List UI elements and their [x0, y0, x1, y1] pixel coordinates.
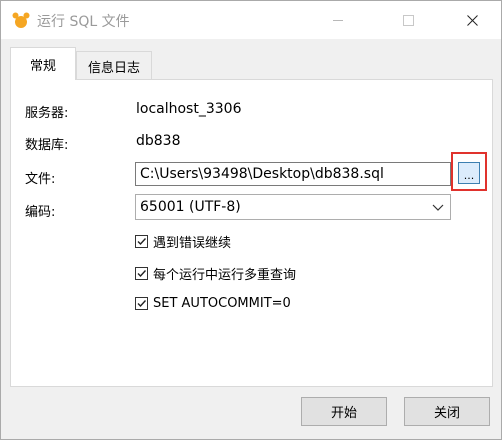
option-multiple-queries[interactable]: 每个运行中运行多重查询 — [135, 264, 296, 283]
option-label: 遇到错误继续 — [153, 236, 232, 251]
window-title: 运行 SQL 文件 — [37, 14, 130, 30]
checkbox-continue-on-error[interactable] — [135, 235, 148, 248]
general-panel: 服务器: localhost_3306 数据库: db838 文件: C:\Us… — [10, 79, 493, 387]
start-button[interactable]: 开始 — [301, 397, 387, 426]
file-label: 文件: — [25, 172, 56, 187]
option-continue-on-error[interactable]: 遇到错误继续 — [135, 232, 231, 251]
database-label: 数据库: — [25, 138, 69, 153]
highlight-box — [451, 152, 487, 191]
file-path-input[interactable]: C:\Users\93498\Desktop\db838.sql — [135, 162, 451, 186]
server-value: localhost_3306 — [136, 101, 242, 117]
option-label: 每个运行中运行多重查询 — [153, 268, 297, 283]
server-label: 服务器: — [25, 106, 69, 121]
close-icon — [466, 14, 478, 26]
checkmark-icon — [137, 270, 147, 278]
minimize-button[interactable] — [315, 1, 361, 39]
maximize-button[interactable] — [385, 1, 431, 39]
option-label: SET AUTOCOMMIT=0 — [153, 296, 291, 311]
option-autocommit[interactable]: SET AUTOCOMMIT=0 — [135, 296, 291, 311]
encoding-value: 65001 (UTF-8) — [140, 199, 241, 215]
run-sql-file-dialog: 运行 SQL 文件 常规 信息日志 服务器: localhost_3306 数据… — [0, 0, 502, 440]
database-value: db838 — [136, 133, 181, 149]
maximize-icon — [402, 14, 414, 26]
navicat-app-icon — [12, 12, 30, 28]
close-window-button[interactable] — [449, 1, 495, 39]
minimize-icon — [333, 19, 343, 21]
checkbox-autocommit[interactable] — [135, 297, 148, 310]
tab-info-log[interactable]: 信息日志 — [76, 51, 152, 80]
checkbox-multiple-queries[interactable] — [135, 267, 148, 280]
tab-general[interactable]: 常规 — [10, 47, 76, 80]
title-bar: 运行 SQL 文件 — [1, 1, 501, 39]
chevron-down-icon — [432, 204, 444, 211]
encoding-label: 编码: — [25, 205, 56, 220]
encoding-select[interactable]: 65001 (UTF-8) — [135, 194, 451, 220]
close-button[interactable]: 关闭 — [404, 397, 490, 426]
checkmark-icon — [137, 238, 147, 246]
checkmark-icon — [137, 300, 147, 308]
